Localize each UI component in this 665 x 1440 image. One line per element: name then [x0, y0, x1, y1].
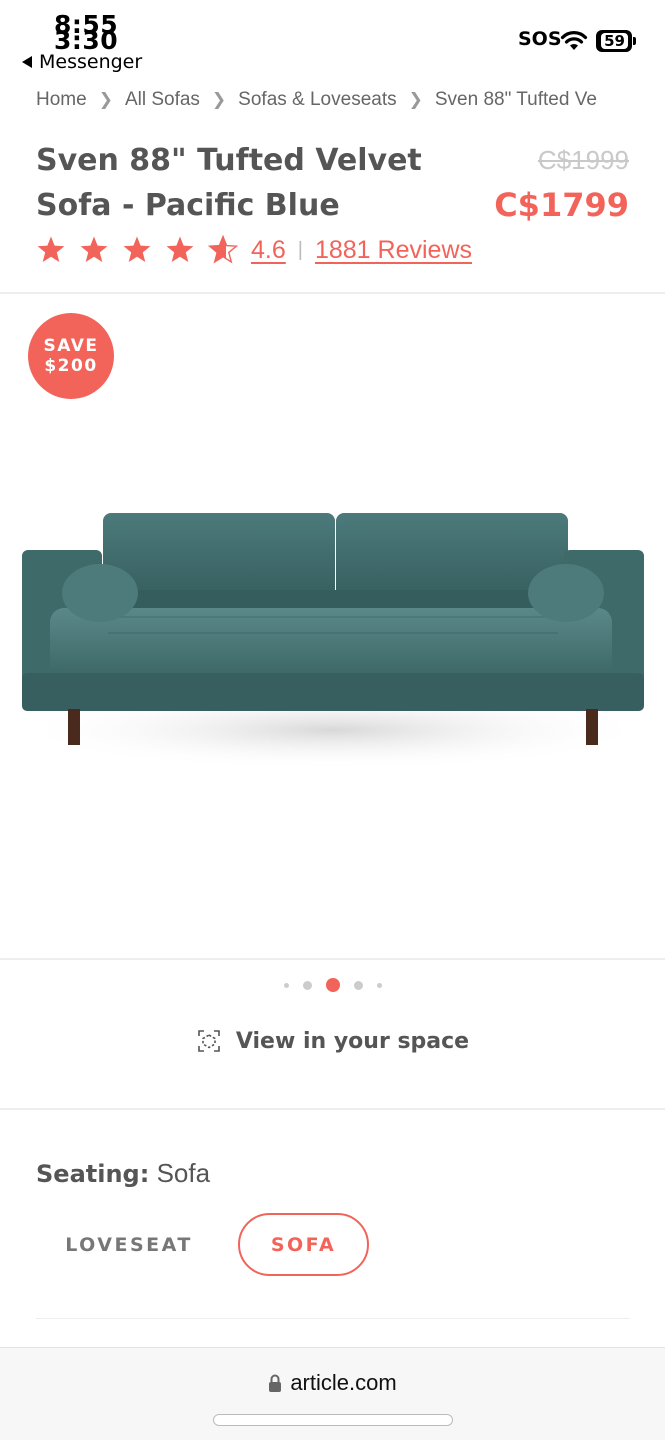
battery-icon: 59	[596, 30, 636, 52]
seating-selection: Seating: Sofa	[36, 1158, 210, 1189]
carousel-dot-active[interactable]	[325, 978, 340, 992]
divider	[0, 958, 665, 960]
star-full-icon	[166, 236, 194, 262]
product-title: Sven 88" Tufted Velvet Sofa - Pacific Bl…	[36, 143, 422, 223]
star-full-icon	[37, 236, 65, 262]
save-badge-line1: SAVE	[43, 336, 99, 356]
seating-option-sofa[interactable]: SOFA	[238, 1213, 369, 1276]
seating-value: Sofa	[156, 1158, 211, 1188]
breadcrumb-current: Sven 88" Tufted Ve	[434, 89, 597, 110]
back-app-label: Messenger	[39, 51, 143, 73]
carousel-dot[interactable]	[283, 982, 289, 988]
back-arrow-icon	[22, 56, 32, 68]
breadcrumb-all-sofas[interactable]: All Sofas	[125, 89, 200, 111]
chevron-right-icon: ❯	[408, 90, 423, 109]
save-badge-line2: $200	[44, 356, 98, 376]
url-text: article.com	[290, 1370, 397, 1395]
rating-separator: |	[297, 238, 303, 261]
battery-level: 59	[601, 33, 628, 49]
rating-value-link[interactable]: 4.6	[251, 236, 286, 265]
view-in-space-label: View in your space	[235, 1028, 470, 1054]
save-badge: SAVE $200	[28, 313, 114, 399]
rating-stars	[36, 235, 251, 265]
view-in-space-button[interactable]: View in your space	[0, 1028, 665, 1054]
product-rating: 4.6 | 1881 Reviews	[36, 230, 472, 270]
address-bar[interactable]: article.com	[0, 1370, 665, 1396]
seating-option-loveseat[interactable]: LOVESEAT	[50, 1213, 208, 1276]
back-to-app-button[interactable]: Messenger	[22, 51, 142, 73]
divider	[36, 1318, 630, 1319]
original-price: C$1999	[537, 145, 629, 175]
seating-label: Seating:	[36, 1160, 150, 1188]
star-half-icon	[208, 235, 238, 264]
sale-price: C$1799	[494, 186, 629, 224]
status-bar: 8:55 3:30 Messenger SOS 59	[0, 0, 665, 80]
breadcrumb-sofas-loveseats[interactable]: Sofas & Loveseats	[238, 89, 396, 111]
chevron-right-icon: ❯	[211, 90, 227, 109]
chevron-right-icon: ❯	[98, 90, 113, 109]
product-image[interactable]	[18, 505, 648, 785]
divider	[0, 1108, 665, 1110]
breadcrumb-home[interactable]: Home	[36, 89, 87, 111]
wifi-icon	[560, 31, 588, 50]
star-full-icon	[123, 236, 151, 262]
carousel-dots	[0, 978, 665, 992]
reviews-link[interactable]: 1881 Reviews	[315, 236, 472, 265]
carousel-dot[interactable]	[302, 980, 312, 990]
ar-cube-icon	[198, 1030, 220, 1052]
home-indicator[interactable]	[213, 1414, 453, 1426]
carousel-dot[interactable]	[353, 980, 363, 990]
carousel-dot[interactable]	[376, 982, 382, 988]
divider	[0, 292, 665, 294]
browser-bottom-bar: article.com	[0, 1347, 665, 1440]
star-full-icon	[80, 236, 108, 262]
sos-indicator: SOS	[518, 28, 562, 50]
breadcrumb: Home ❯ All Sofas ❯ Sofas & Loveseats ❯ S…	[36, 87, 630, 113]
lock-icon	[269, 1374, 282, 1392]
